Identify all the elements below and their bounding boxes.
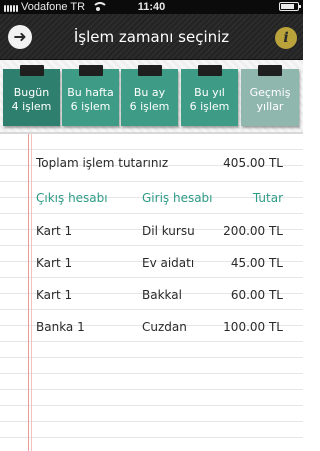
tab-this-year[interactable]: Bu yıl 6 işlem <box>181 65 238 126</box>
cell-amount: 200.00 TL <box>223 224 283 238</box>
cell-source: Kart 1 <box>36 288 73 302</box>
tab-count: 6 işlem <box>70 100 111 113</box>
tab-label: Bu hafta <box>67 86 114 99</box>
cell-amount: 100.00 TL <box>223 320 283 334</box>
column-header-target: Giriş hesabı <box>142 191 213 205</box>
status-time: 11:40 <box>137 1 166 13</box>
cell-amount: 60.00 TL <box>230 288 283 302</box>
clip-icon <box>19 65 44 76</box>
period-tab-strip: Bugün 4 işlem Bu hafta 6 işlem Bu ay 6 i… <box>0 60 303 132</box>
cell-target: Bakkal <box>142 288 182 302</box>
summary-row: Toplam işlem tutarınız 405.00 TL <box>36 156 283 176</box>
info-button[interactable]: i <box>275 27 297 49</box>
status-bar: Vodafone TR 11:40 <box>0 0 303 14</box>
back-arrow-icon: ➜ <box>13 27 27 46</box>
page-title: İşlem zamanı seçiniz <box>73 28 230 46</box>
cell-amount: 45.00 TL <box>230 256 283 270</box>
info-icon: i <box>283 30 289 46</box>
clip-icon <box>78 65 103 76</box>
tab-count: 6 işlem <box>189 100 230 113</box>
tab-this-month[interactable]: Bu ay 6 işlem <box>121 65 178 126</box>
cell-source: Banka 1 <box>36 320 85 334</box>
cell-target: Dil kursu <box>142 224 195 238</box>
table-header: Çıkış hesabı Giriş hesabı Tutar <box>36 191 283 211</box>
clip-icon <box>137 65 162 76</box>
summary-value: 405.00 TL <box>223 156 283 170</box>
tab-label: Bu ay <box>133 86 166 99</box>
nav-header: ➜ İşlem zamanı seçiniz i <box>0 14 303 60</box>
table-row[interactable]: Kart 1 Bakkal 60.00 TL <box>36 288 283 308</box>
cell-target: Ev aidatı <box>142 256 195 270</box>
clip-icon <box>197 65 222 76</box>
battery-icon <box>279 2 301 11</box>
tab-past-years[interactable]: Geçmiş yıllar <box>241 65 299 126</box>
column-header-amount: Tutar <box>252 191 283 205</box>
cell-source: Kart 1 <box>36 224 73 238</box>
summary-label: Toplam işlem tutarınız <box>36 156 169 170</box>
table-row[interactable]: Kart 1 Ev aidatı 45.00 TL <box>36 256 283 276</box>
tab-label: Bu yıl <box>194 86 225 99</box>
column-header-source: Çıkış hesabı <box>36 191 108 205</box>
back-button[interactable]: ➜ <box>8 25 32 49</box>
margin-line <box>31 134 32 451</box>
cell-source: Kart 1 <box>36 256 73 270</box>
margin-line <box>28 134 29 451</box>
table-row[interactable]: Banka 1 Cuzdan 100.00 TL <box>36 320 283 340</box>
tab-today[interactable]: Bugün 4 işlem <box>3 65 60 126</box>
tab-label: Geçmiş <box>249 86 291 99</box>
clip-icon <box>258 65 282 76</box>
transactions-sheet: Toplam işlem tutarınız 405.00 TL Çıkış h… <box>0 132 303 451</box>
table-row[interactable]: Kart 1 Dil kursu 200.00 TL <box>36 224 283 244</box>
tab-count: 4 işlem <box>11 100 52 113</box>
tab-count: 6 işlem <box>129 100 170 113</box>
cell-target: Cuzdan <box>142 320 187 334</box>
tab-label: Bugün <box>13 86 50 99</box>
tab-count: yıllar <box>256 100 284 113</box>
tab-this-week[interactable]: Bu hafta 6 işlem <box>62 65 119 126</box>
